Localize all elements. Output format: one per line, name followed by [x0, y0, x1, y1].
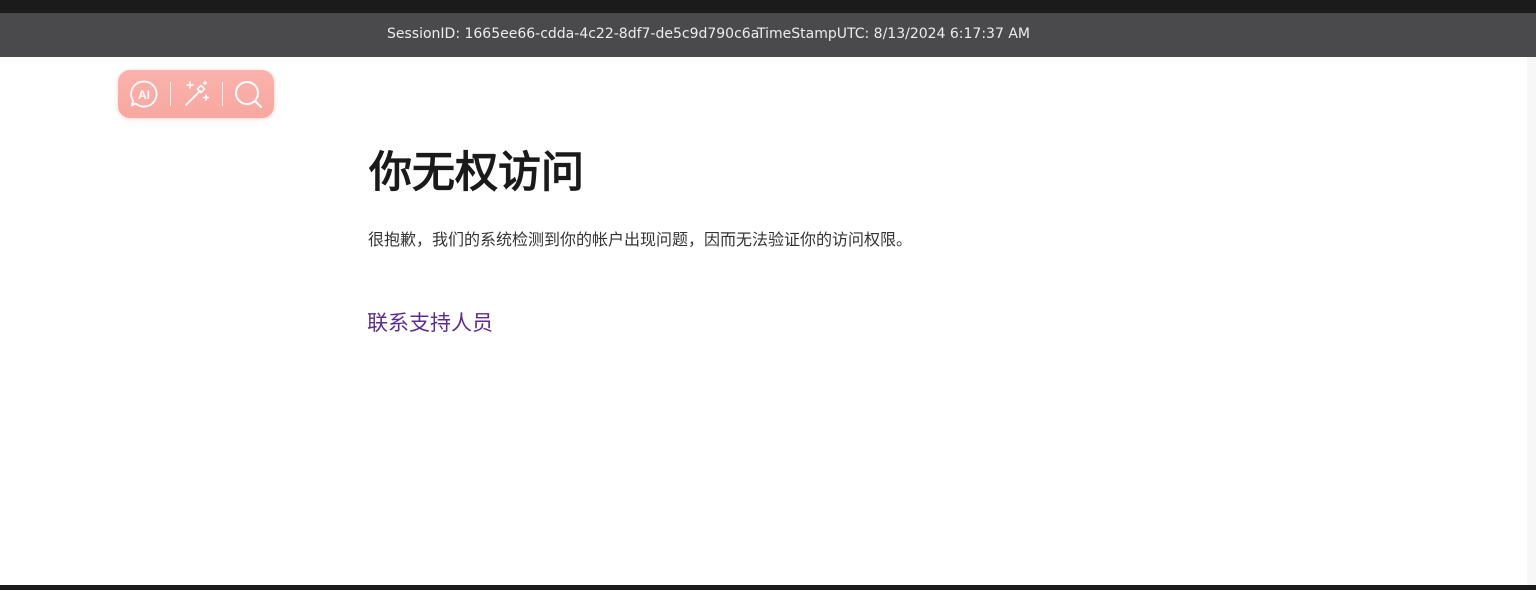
session-info-bar: SessionID: 1665ee66-cdda-4c22-8df7-de5c9…	[0, 13, 1536, 57]
timestamp-text: TimeStampUTC: 8/13/2024 6:17:37 AM	[757, 26, 1030, 42]
error-message: 很抱歉，我们的系统检测到你的帐户出现问题，因而无法验证你的访问权限。	[368, 230, 913, 249]
ai-chat-icon: AI	[130, 80, 158, 108]
toolbar-divider	[222, 82, 223, 106]
search-icon	[235, 81, 263, 109]
ai-toolbar: AI	[118, 70, 274, 118]
magic-wand-button[interactable]	[180, 78, 212, 110]
page-title: 你无权访问	[369, 148, 584, 198]
scrollbar-track[interactable]	[1527, 57, 1536, 585]
session-id-text: SessionID: 1665ee66-cdda-4c22-8df7-de5c9…	[387, 26, 760, 42]
magic-wand-icon	[185, 80, 210, 106]
search-button[interactable]	[232, 78, 264, 110]
toolbar-divider	[170, 82, 171, 106]
ai-icon-label: AI	[138, 88, 150, 102]
window-top-strip	[0, 0, 1536, 13]
contact-support-link[interactable]: 联系支持人员	[367, 309, 493, 337]
window-bottom-strip	[0, 585, 1536, 590]
ai-chat-button[interactable]: AI	[128, 78, 160, 110]
